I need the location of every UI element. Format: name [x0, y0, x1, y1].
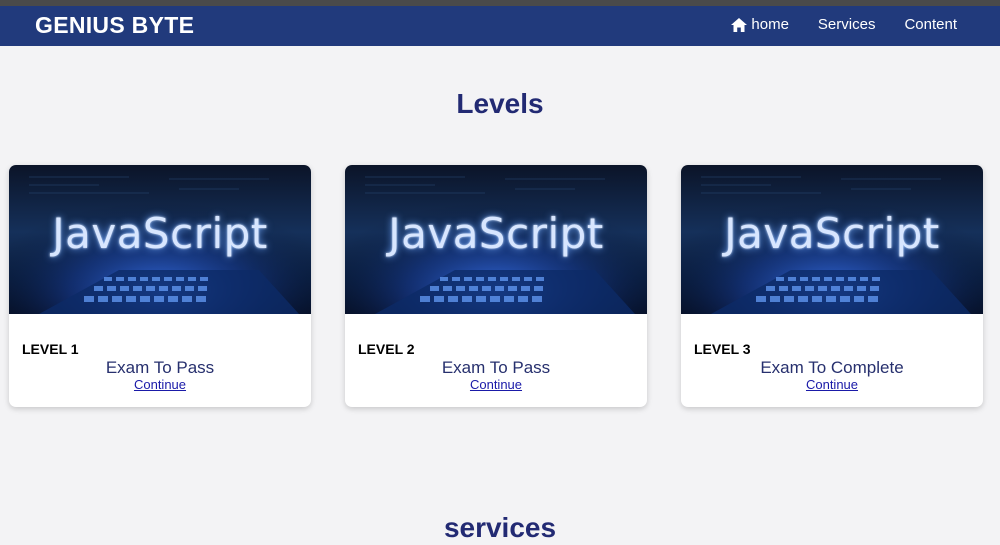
- level-card-3: JavaScript LEVEL 3 Exam To Complete Cont…: [681, 165, 983, 407]
- banner-text: JavaScript: [388, 209, 604, 258]
- services-heading: services: [443, 512, 557, 543]
- continue-link[interactable]: Continue: [806, 377, 858, 392]
- banner-text: JavaScript: [724, 209, 940, 258]
- card-description: Exam To Pass: [441, 358, 551, 377]
- javascript-banner-image: JavaScript: [681, 165, 983, 314]
- level-card-2: JavaScript LEVEL 2 Exam To Pass Continue: [345, 165, 647, 407]
- nav-links: home Services Content: [731, 16, 957, 33]
- navbar: GENIUS BYTE home Services Content: [0, 6, 1000, 46]
- home-icon: [731, 17, 748, 32]
- javascript-banner-image: JavaScript: [9, 165, 311, 314]
- card-level-label: LEVEL 2: [358, 341, 415, 357]
- brand-logo[interactable]: GENIUS BYTE: [35, 12, 194, 39]
- levels-heading: Levels: [456, 88, 544, 119]
- javascript-banner-image: JavaScript: [345, 165, 647, 314]
- nav-home-link[interactable]: home: [731, 16, 789, 33]
- continue-link[interactable]: Continue: [134, 377, 186, 392]
- nav-content-link[interactable]: Content: [904, 16, 957, 33]
- nav-services-link[interactable]: Services: [818, 16, 876, 33]
- continue-link[interactable]: Continue: [470, 377, 522, 392]
- level-card-1: JavaScript LEVEL 1 Exam To Pass Continue: [9, 165, 311, 407]
- card-description: Exam To Complete: [760, 358, 904, 377]
- card-level-label: LEVEL 3: [694, 341, 751, 357]
- card-level-label: LEVEL 1: [22, 341, 79, 357]
- nav-home-label: home: [751, 16, 789, 33]
- card-description: Exam To Pass: [105, 358, 215, 377]
- banner-text: JavaScript: [52, 209, 268, 258]
